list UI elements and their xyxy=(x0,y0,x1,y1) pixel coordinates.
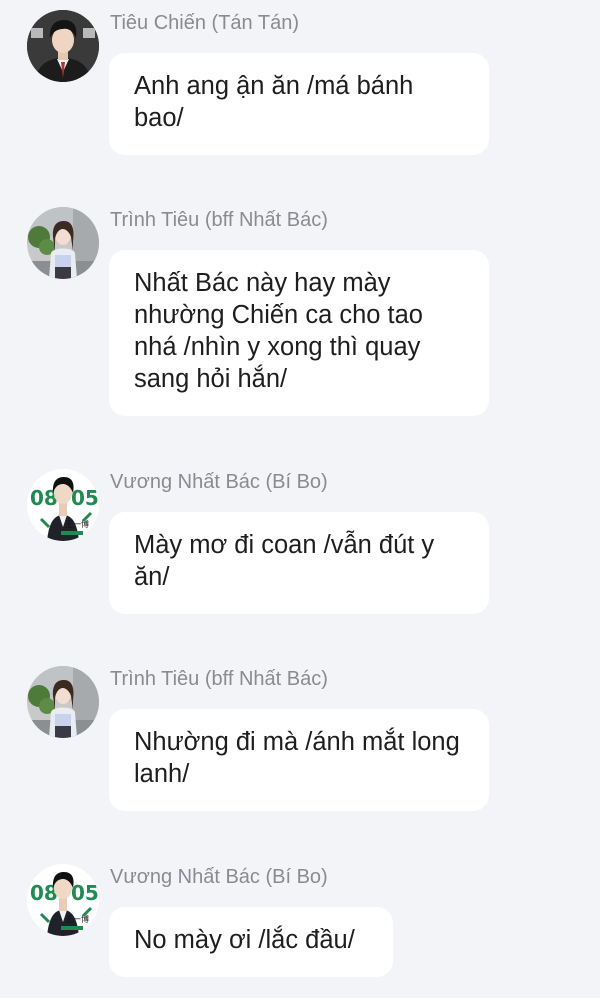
sender-name: Tiêu Chiến (Tán Tán) xyxy=(110,12,299,34)
chat-thread: Tiêu Chiến (Tán Tán) Anh ang ận ăn /má b… xyxy=(0,0,600,998)
boy-0805-avatar[interactable] xyxy=(27,864,99,936)
message-bubble[interactable]: Anh ang ận ăn /má bánh bao/ xyxy=(109,53,489,155)
boy-in-suit-avatar[interactable] xyxy=(27,10,99,82)
message-bubble[interactable]: Nhường đi mà /ánh mắt long lanh/ xyxy=(109,709,489,811)
girl-in-street-avatar[interactable] xyxy=(27,207,99,279)
message-text: Anh ang ận ăn /má bánh bao/ xyxy=(134,72,414,132)
message-text: No mày ơi /lắc đầu/ xyxy=(134,926,355,954)
message-text: Nhất Bác này hay mày nhường Chiến ca cho… xyxy=(134,269,423,393)
message-bubble[interactable]: Nhất Bác này hay mày nhường Chiến ca cho… xyxy=(109,250,489,416)
sender-name: Vương Nhất Bác (Bí Bo) xyxy=(110,866,328,888)
sender-name: Trình Tiêu (bff Nhất Bác) xyxy=(110,209,328,231)
message-bubble[interactable]: No mày ơi /lắc đầu/ xyxy=(109,907,393,977)
message-text: Nhường đi mà /ánh mắt long lanh/ xyxy=(134,728,460,788)
girl-in-street-avatar[interactable] xyxy=(27,666,99,738)
sender-name: Trình Tiêu (bff Nhất Bác) xyxy=(110,668,328,690)
sender-name: Vương Nhất Bác (Bí Bo) xyxy=(110,471,328,493)
boy-0805-avatar[interactable] xyxy=(27,469,99,541)
message-text: Mày mơ đi coan /vẫn đút y ăn/ xyxy=(134,531,435,591)
message-bubble[interactable]: Mày mơ đi coan /vẫn đút y ăn/ xyxy=(109,512,489,614)
